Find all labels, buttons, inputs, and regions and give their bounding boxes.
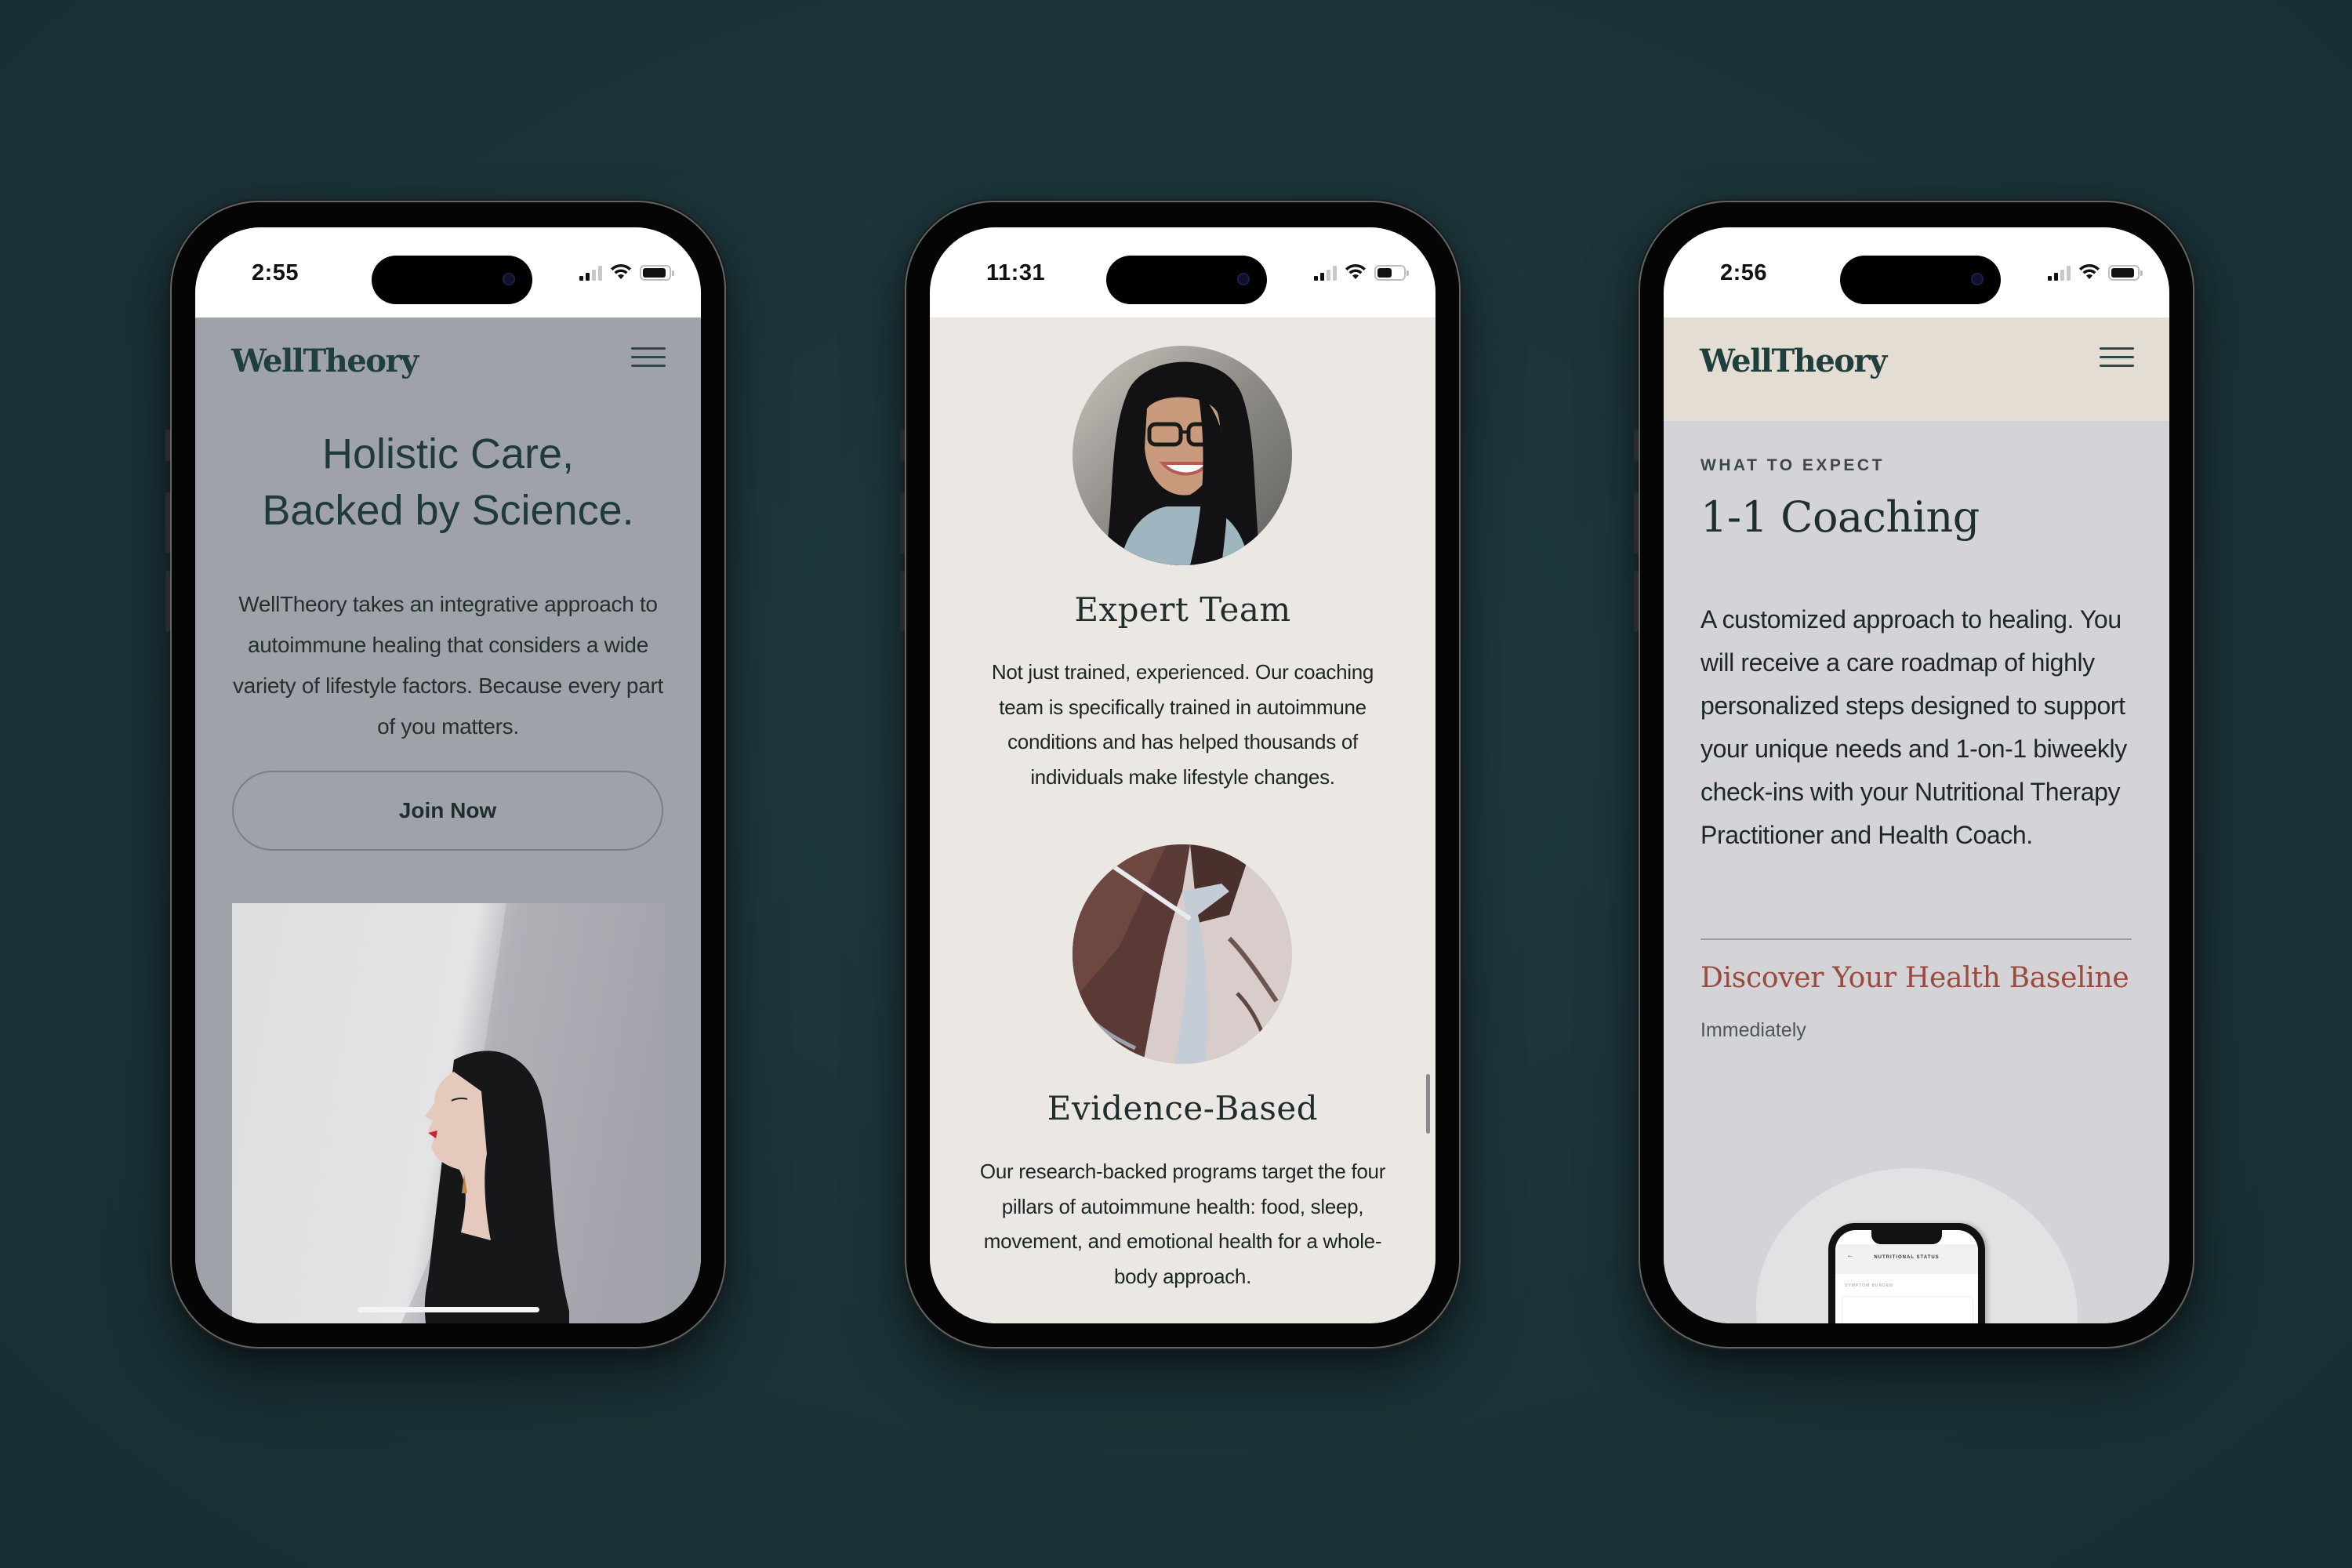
wifi-icon [611,263,631,279]
app-preview-phone: ← NUTRITIONAL STATUS SYMPTOM BURDEN [1828,1223,1985,1323]
wellthory-logo[interactable]: WellTheory [231,343,419,379]
phone-side-button [165,430,170,461]
hero-headline-line-2: Backed by Science. [262,487,634,534]
status-bar: 2:55 [195,227,701,318]
scrollbar-thumb[interactable] [1426,1074,1430,1134]
phone-screen: 11:31 Expert Team Not just trained, expe… [930,227,1436,1323]
phone-volume-up [1634,492,1639,554]
wellthory-logo[interactable]: WellTheory [1700,343,1887,379]
woman-profile-photo [232,903,665,1323]
join-now-button[interactable]: Join Now [232,771,663,851]
divider [1700,938,2132,940]
status-time: 2:56 [1720,260,1768,285]
phone-screen: 2:56 WellTheory WHAT TO EXPECT 1-1 Coach… [1664,227,2169,1323]
camera-icon [1237,273,1250,285]
phone-side-button [900,430,905,461]
phone-side-button [1634,430,1639,461]
hero-headline-line-1: Holistic Care, [321,430,575,477]
section-body-text: A customized approach to healing. You wi… [1700,605,2127,849]
wifi-icon [2079,263,2100,279]
status-time: 2:55 [252,260,299,285]
home-indicator[interactable] [358,1307,539,1312]
app-preview-header: ← NUTRITIONAL STATUS [1835,1244,1978,1274]
step-title[interactable]: Discover Your Health Baseline [1700,962,2129,994]
section-title: 1-1 Coaching [1700,492,1980,542]
battery-icon [640,265,674,281]
cellular-signal-icon [579,265,602,281]
battery-fill [643,268,666,278]
wifi-icon [1345,263,1366,279]
dynamic-island [372,256,532,304]
aerial-landscape-photo [1073,844,1292,1064]
dynamic-island [1106,256,1267,304]
phone-volume-up [165,492,170,554]
phone-mockup-home: 2:55 WellTheory Holistic Care, Backed by… [165,202,724,1347]
phone-mockup-about: 11:31 Expert Team Not just trained, expe… [900,202,1459,1347]
coaching-page: WellTheory WHAT TO EXPECT 1-1 Coaching A… [1664,318,2169,1323]
section-body-evidence-based: Our research-backed programs target the … [979,1160,1386,1288]
status-icons [1314,262,1409,281]
battery-icon [2108,265,2143,281]
nav-bar: WellTheory [1664,318,2169,421]
app-preview-section-label: SYMPTOM BURDEN [1845,1283,1893,1288]
hamburger-icon[interactable] [631,347,666,368]
dynamic-island [1840,256,2001,304]
symptom-burden-chart [1842,1296,1973,1323]
section-eyebrow: WHAT TO EXPECT [1700,456,1885,474]
section-body-expert-team: Not just trained, experienced. Our coach… [991,660,1374,789]
battery-icon [1374,265,1409,281]
cellular-signal-icon [1314,265,1337,281]
camera-icon [503,273,515,285]
hamburger-icon[interactable] [2100,347,2134,368]
battery-fill [1377,268,1392,278]
section-title-evidence-based: Evidence-Based [1047,1089,1319,1127]
step-timing: Immediately [1700,1019,1806,1041]
about-page: Expert Team Not just trained, experience… [930,318,1436,1323]
section-title-expert-team: Expert Team [1074,590,1291,629]
app-preview-screen: ← NUTRITIONAL STATUS SYMPTOM BURDEN [1835,1230,1978,1323]
status-icons [579,262,674,281]
camera-icon [1971,273,1984,285]
phone-mockup-coaching: 2:56 WellTheory WHAT TO EXPECT 1-1 Coach… [1634,202,2193,1347]
status-bar: 11:31 [930,227,1436,318]
battery-fill [2111,268,2134,278]
app-preview-notch [1871,1230,1942,1244]
woman-profile-illustration [232,903,665,1323]
coach-portrait-photo [1073,346,1292,565]
status-icons [2048,262,2143,281]
cellular-signal-icon [2048,265,2071,281]
coach-portrait-illustration [1073,346,1292,565]
app-preview-title: NUTRITIONAL STATUS [1874,1255,1940,1260]
phone-volume-down [1634,571,1639,632]
phone-screen: 2:55 WellTheory Holistic Care, Backed by… [195,227,701,1323]
phone-volume-up [900,492,905,554]
status-bar: 2:56 [1664,227,2169,318]
status-time: 11:31 [986,260,1046,285]
home-page: WellTheory Holistic Care, Backed by Scie… [195,318,701,1323]
hero-body-text: WellTheory takes an integrative approach… [233,592,663,739]
hero-headline: Holistic Care, Backed by Science. [195,426,701,539]
phone-volume-down [165,571,170,632]
phone-volume-down [900,571,905,632]
aerial-landscape-illustration [1073,844,1292,1064]
